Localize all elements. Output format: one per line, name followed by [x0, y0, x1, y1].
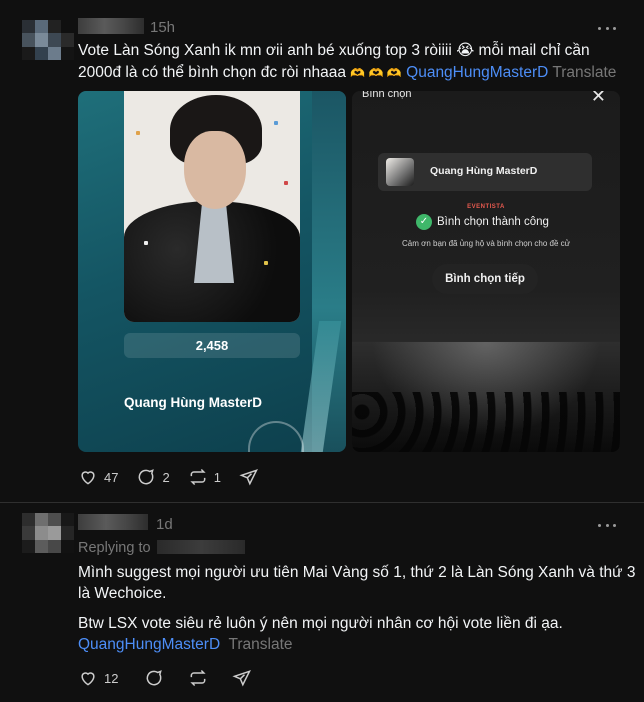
vote-count: 2,458 — [124, 333, 300, 358]
mention-link[interactable]: QuangHungMasterD — [78, 636, 220, 653]
post-text-line-2: 2000đ là có thể bình chọn đc ròi nhaaa 🫶… — [78, 64, 617, 81]
post-text-line-1: Vote Làn Sóng Xanh ik mn ơii anh bé xuốn… — [78, 42, 590, 59]
media-image-vote-success[interactable]: Bình chọn ✕ Quang Hùng MasterD EVENTISTA… — [352, 91, 620, 452]
dialog-title: Bình chọn — [362, 91, 412, 100]
repost-icon — [190, 468, 206, 486]
repost-icon — [190, 669, 207, 687]
share-button[interactable] — [239, 467, 259, 487]
like-count: 12 — [104, 670, 119, 686]
translate-link[interactable]: Translate — [228, 636, 292, 653]
close-icon: ✕ — [590, 91, 606, 106]
artist-name: Quang Hùng MasterD — [124, 395, 263, 410]
replying-to: Replying to — [78, 538, 245, 559]
post-time: 15h — [150, 19, 176, 36]
brand-label: EVENTISTA — [467, 204, 505, 210]
thanks-message: Cảm ơn bạn đã ủng hộ và bình chọn cho đề… — [401, 239, 571, 248]
media-image-vote-card[interactable]: 2,458 Quang Hùng MasterD — [78, 91, 346, 452]
vote-again-button: Bình chọn tiếp — [432, 264, 538, 294]
like-button[interactable]: 47 — [78, 467, 118, 487]
emoji: 🫶 🫶 🫶 — [350, 66, 402, 80]
post-1: 15h Vote Làn Sóng Xanh ik mn ơii anh bé … — [0, 0, 644, 502]
laurel-icon — [248, 421, 304, 452]
repost-button[interactable]: 1 — [188, 467, 221, 487]
artist-photo — [124, 91, 300, 322]
heart-icon — [81, 471, 95, 485]
translate-link[interactable]: Translate — [552, 64, 616, 81]
more-icon[interactable] — [598, 522, 616, 528]
repost-button[interactable] — [188, 668, 208, 688]
reply-count: 2 — [162, 469, 170, 485]
post-actions: 12 — [78, 668, 252, 688]
send-icon — [232, 670, 252, 687]
avatar[interactable] — [22, 513, 74, 553]
check-icon: ✓ — [416, 214, 432, 230]
username[interactable] — [78, 514, 148, 530]
emoji: 😭 — [456, 42, 475, 59]
avatar[interactable] — [22, 20, 74, 60]
heart-icon — [81, 672, 95, 686]
reply-text-line-3: Btw LSX vote siêu rẻ luôn ý nên mọi ngườ… — [78, 615, 563, 632]
like-count: 47 — [104, 469, 119, 485]
reply-button[interactable]: 2 — [136, 467, 170, 487]
nominee-avatar — [386, 158, 414, 186]
post-actions: 47 2 1 — [78, 467, 259, 487]
reply-text-line-4: QuangHungMasterD Translate — [78, 634, 293, 655]
success-message: ✓ Bình chọn thành công — [416, 214, 549, 230]
like-button[interactable]: 12 — [78, 668, 118, 688]
reply-button[interactable] — [144, 668, 164, 688]
comment-icon — [147, 670, 163, 686]
nominee-pill: Quang Hùng MasterD — [378, 153, 592, 191]
share-button[interactable] — [232, 668, 252, 688]
reply-text-line-1: Mình suggest mọi người ưu tiên Mai Vàng … — [78, 564, 636, 581]
mention-link[interactable]: QuangHungMasterD — [406, 64, 548, 81]
reply-text-line-2: là Wechoice. — [78, 585, 167, 602]
more-icon[interactable] — [598, 25, 616, 31]
nominee-name: Quang Hùng MasterD — [430, 165, 538, 177]
repost-count: 1 — [213, 469, 221, 485]
post-2: 1d Replying to Mình suggest mọi người ưu… — [0, 503, 644, 702]
comment-icon — [139, 469, 155, 485]
send-icon — [239, 469, 258, 486]
post-time: 1d — [156, 516, 173, 533]
replied-username[interactable] — [156, 540, 245, 554]
username[interactable] — [78, 18, 144, 34]
